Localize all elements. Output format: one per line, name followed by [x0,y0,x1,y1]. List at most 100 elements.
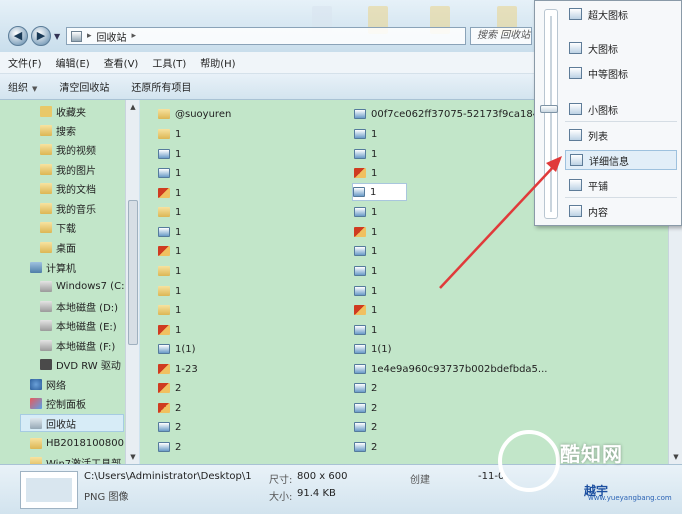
view-size-slider[interactable] [544,9,558,219]
list-item[interactable]: 1 [354,301,377,319]
dvd-icon [40,358,52,370]
list-item[interactable]: 2 [354,438,377,456]
file-thumbnail [20,471,78,509]
menu-file[interactable]: 文件(F) [8,55,42,70]
view-list[interactable]: 列表 [565,125,677,145]
list-item[interactable]: 1 [158,184,181,202]
menu-view[interactable]: 查看(V) [104,55,139,70]
list-item[interactable]: 1 [354,145,377,163]
sidebar-item-label: 控制面板 [46,399,86,411]
list-item[interactable]: 1 [354,262,377,280]
view-small-icons[interactable]: 小图标 [565,99,677,119]
list-item[interactable]: 1 [354,125,377,143]
list-item[interactable]: 1 [158,223,181,241]
forward-button[interactable]: ▶ [31,26,51,46]
list-item[interactable]: 1 [158,145,181,163]
breadcrumb-separator-icon[interactable]: ▸ [132,31,137,41]
menu-help[interactable]: 帮助(H) [200,55,235,70]
sidebar-item-win7-tools[interactable]: Win7激活工具部 [30,453,121,464]
list-item[interactable]: 1 [158,301,181,319]
sidebar-item-control-panel[interactable]: 控制面板 [30,394,86,412]
empty-recycle-bin-button[interactable]: 清空回收站 [59,79,109,94]
sidebar-item-drive-f[interactable]: 本地磁盘 (F:) [40,336,115,354]
sidebar-item-drive-e[interactable]: 本地磁盘 (E:) [40,316,117,334]
menu-divider [565,121,677,122]
list-item[interactable]: 1 [158,282,181,300]
view-content[interactable]: 内容 [565,201,677,221]
file-name: 2 [371,402,378,414]
sidebar-item-pictures[interactable]: 我的图片 [40,160,96,178]
list-item[interactable]: 1 [354,242,377,260]
list-item[interactable]: 2 [354,418,377,436]
sidebar-item-drive-c[interactable]: Windows7 (C: [40,277,124,295]
breadcrumb-separator-icon[interactable]: ▸ [87,31,92,41]
list-item[interactable]: 1(1) [354,340,392,358]
sidebar-item-network[interactable]: 网络 [30,375,66,393]
scroll-down-icon[interactable]: ▼ [126,450,140,464]
sidebar-item-dvd[interactable]: DVD RW 驱动 [40,355,121,373]
navigation-scrollbar[interactable]: ▲ ▼ [125,100,139,464]
view-details[interactable]: 详细信息 [565,150,677,170]
list-item[interactable]: 2 [158,399,181,417]
list-item[interactable]: 2 [158,438,181,456]
list-item[interactable]: 1 [158,164,181,182]
list-item[interactable]: 1 [354,321,377,339]
list-item[interactable]: 1 [354,282,377,300]
scroll-up-icon[interactable]: ▲ [126,100,140,114]
list-item[interactable]: 1 [158,321,181,339]
scroll-down-icon[interactable]: ▼ [669,450,682,464]
list-item[interactable]: 1-23 [158,360,198,378]
sidebar-item-computer[interactable]: 计算机 [30,258,76,276]
list-item[interactable]: 1(1) [158,340,196,358]
medium-icons-icon [569,67,582,79]
list-item[interactable]: 2 [354,399,377,417]
sidebar-item-desktop[interactable]: 桌面 [40,238,76,256]
address-bar[interactable]: ▸ 回收站 ▸ [66,27,466,45]
list-item[interactable]: 1 [158,262,181,280]
recycle-bin-icon [30,417,42,429]
list-item[interactable]: 1 [354,164,377,182]
view-large-icons[interactable]: 大图标 [565,38,677,58]
folder-icon [40,202,52,214]
list-item[interactable]: 1 [158,203,181,221]
list-item[interactable]: 2 [158,418,181,436]
scrollbar-thumb[interactable] [128,200,138,345]
sidebar-item-documents[interactable]: 我的文档 [40,179,96,197]
sidebar-item-videos[interactable]: 我的视频 [40,140,96,158]
image-icon [158,149,170,159]
view-tiles[interactable]: 平铺 [565,175,677,195]
organize-button[interactable]: 组织 ▼ [8,79,37,94]
list-item[interactable]: 00f7ce062ff37075-52173f9ca184... [354,105,549,123]
selected-list-item[interactable]: 1 [352,183,408,201]
file-name: 1 [175,245,182,257]
sidebar-item-search[interactable]: 搜索 [40,121,76,139]
sidebar-item-downloads[interactable]: 下载 [40,218,76,236]
view-medium-icons[interactable]: 中等图标 [565,63,677,83]
image-icon [354,286,366,296]
search-input[interactable]: 搜索 回收站 [470,27,532,45]
sidebar-item-hb-folder[interactable]: HB2018100800 [30,434,124,452]
restore-all-button[interactable]: 还原所有项目 [131,79,191,94]
list-item[interactable]: 1 [158,242,181,260]
control-panel-icon [30,397,42,409]
back-button[interactable]: ◀ [8,26,28,46]
menu-tools[interactable]: 工具(T) [152,55,186,70]
view-option-label: 小图标 [588,105,618,117]
sidebar-item-label: 网络 [46,380,66,392]
sidebar-item-recycle-bin[interactable]: 回收站 [20,414,124,432]
sidebar-item-favorites[interactable]: 收藏夹 [40,102,86,120]
recent-pages-dropdown[interactable]: ▼ [54,32,60,41]
list-item[interactable]: 2 [354,379,377,397]
breadcrumb-location[interactable]: 回收站 [97,29,127,44]
menu-edit[interactable]: 编辑(E) [56,55,90,70]
sidebar-item-music[interactable]: 我的音乐 [40,199,96,217]
list-item[interactable]: 1 [158,125,181,143]
list-item[interactable]: 1e4e9a960c93737b002bdefbda5... [354,360,547,378]
list-item[interactable]: 2 [158,379,181,397]
list-item[interactable]: @suoyuren [158,105,231,123]
view-extra-large-icons[interactable]: 超大图标 [565,4,677,24]
slider-thumb[interactable] [540,105,558,113]
sidebar-item-drive-d[interactable]: 本地磁盘 (D:) [40,297,118,315]
list-item[interactable]: 1 [354,223,377,241]
list-item[interactable]: 1 [354,203,377,221]
